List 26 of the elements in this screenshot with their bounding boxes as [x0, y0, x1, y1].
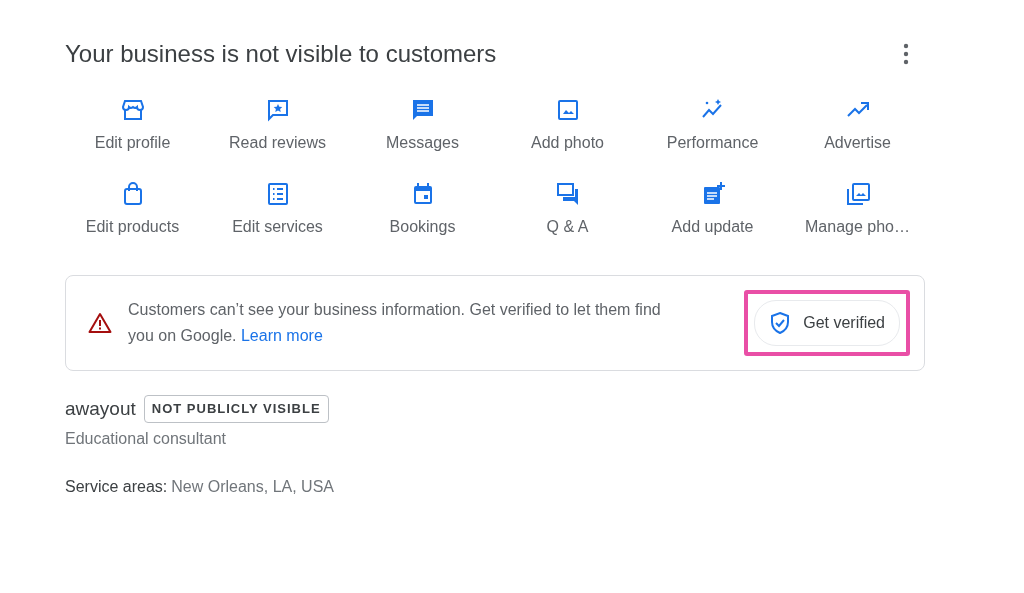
alert-message: Customers can’t see your business information. Get verified to let them find you on Google. Learn more: [128, 299, 662, 346]
action-button[interactable]: Manage pho…: [785, 180, 930, 239]
card-title: Your business is not visible to customers: [65, 40, 497, 69]
action-button[interactable]: Add photo: [495, 96, 640, 155]
action-button[interactable]: Edit profile: [60, 96, 205, 155]
action-button[interactable]: Read reviews: [205, 96, 350, 155]
warning-icon: [88, 311, 112, 334]
service-areas-label: Service areas:: [65, 477, 168, 498]
photo-library-icon: [844, 180, 871, 207]
service-areas-value: New Orleans, LA, USA: [171, 477, 334, 498]
action-button[interactable]: Bookings: [350, 180, 495, 239]
business-category: Educational consultant: [65, 429, 227, 450]
visibility-status-tag: NOT PUBLICLY VISIBLE: [143, 395, 329, 423]
get-verified-button[interactable]: Get verified: [754, 299, 900, 346]
more-menu-icon[interactable]: [903, 43, 909, 66]
action-button[interactable]: Advertise: [785, 96, 930, 155]
action-button[interactable]: Edit services: [205, 180, 350, 239]
action-button[interactable]: Messages: [350, 96, 495, 155]
action-button[interactable]: Edit products: [60, 180, 205, 239]
action-button[interactable]: Performance: [640, 96, 785, 155]
learn-more-link[interactable]: Learn more: [240, 326, 323, 344]
action-button[interactable]: Q & A: [495, 180, 640, 239]
business-name: awayout: [65, 396, 136, 421]
shield-check-icon: [769, 310, 792, 335]
chat-bubbles-icon: [554, 180, 581, 207]
action-button[interactable]: Add update: [640, 180, 785, 239]
